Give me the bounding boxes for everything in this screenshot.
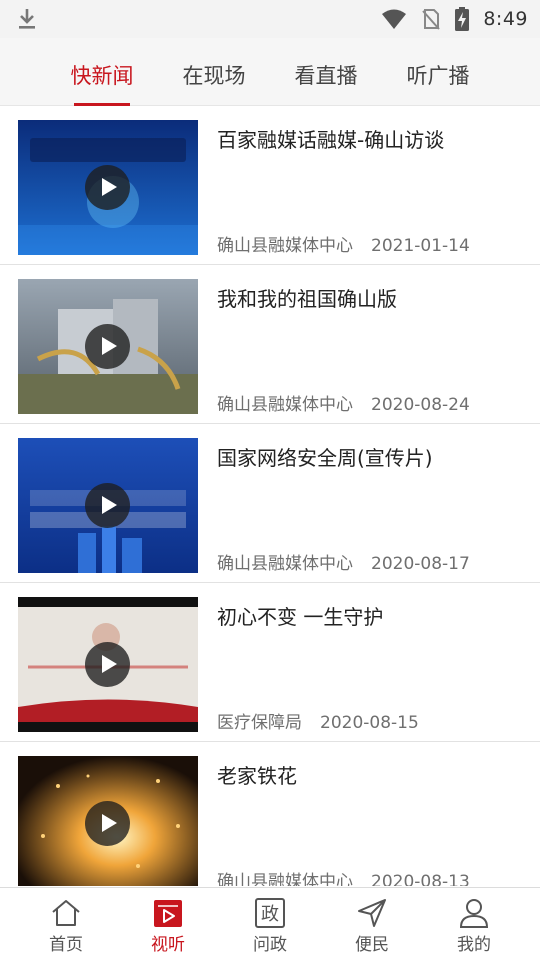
nav-label: 视听 bbox=[151, 935, 185, 955]
list-item[interactable]: 我和我的祖国确山版 确山县融媒体中心 2020-08-24 bbox=[0, 265, 540, 424]
video-thumbnail[interactable] bbox=[18, 438, 198, 573]
user-icon bbox=[459, 899, 489, 928]
video-date: 2020-08-17 bbox=[371, 554, 470, 574]
video-date: 2020-08-15 bbox=[320, 713, 419, 733]
video-title[interactable]: 老家铁花 bbox=[217, 760, 297, 789]
tab-on-site[interactable]: 在现场 bbox=[158, 38, 270, 106]
video-title[interactable]: 我和我的祖国确山版 bbox=[217, 283, 397, 312]
home-icon bbox=[52, 900, 80, 926]
download-icon bbox=[19, 9, 35, 29]
nav-label: 问政 bbox=[253, 935, 287, 955]
video-thumbnail[interactable] bbox=[18, 279, 198, 414]
video-play-icon bbox=[154, 900, 182, 927]
status-bar: 8:49 bbox=[0, 0, 540, 38]
send-icon bbox=[358, 899, 386, 927]
nav-label: 我的 bbox=[457, 935, 491, 955]
clock: 8:49 bbox=[483, 8, 528, 30]
tab-kuai-news[interactable]: 快新闻 bbox=[46, 38, 158, 106]
video-title[interactable]: 国家网络安全周(宣传片) bbox=[217, 442, 433, 471]
nav-politics[interactable]: 政 问政 bbox=[219, 888, 321, 960]
video-meta: 确山县融媒体中心 2021-01-14 bbox=[217, 231, 470, 256]
battery-charging-icon bbox=[455, 7, 470, 31]
video-source: 确山县融媒体中心 bbox=[217, 236, 353, 256]
tab-live[interactable]: 看直播 bbox=[270, 38, 382, 106]
play-icon[interactable] bbox=[85, 642, 130, 687]
video-source: 确山县融媒体中心 bbox=[217, 395, 353, 415]
video-date: 2020-08-24 bbox=[371, 395, 470, 415]
play-icon[interactable] bbox=[85, 801, 130, 846]
video-thumbnail[interactable] bbox=[18, 756, 198, 886]
nav-profile[interactable]: 我的 bbox=[423, 888, 525, 960]
play-icon[interactable] bbox=[85, 165, 130, 210]
wifi-icon bbox=[382, 9, 407, 29]
category-tabs: 快新闻 在现场 看直播 听广播 bbox=[0, 38, 540, 106]
zheng-icon: 政 bbox=[255, 898, 285, 928]
video-meta: 确山县融媒体中心 2020-08-24 bbox=[217, 390, 470, 415]
nav-home[interactable]: 首页 bbox=[15, 888, 117, 960]
video-title[interactable]: 百家融媒话融媒-确山访谈 bbox=[217, 124, 444, 153]
video-meta: 确山县融媒体中心 2020-08-17 bbox=[217, 549, 470, 574]
video-date: 2020-08-13 bbox=[371, 872, 470, 886]
play-icon[interactable] bbox=[85, 324, 130, 369]
no-sim-icon bbox=[422, 9, 441, 30]
list-item[interactable]: 国家网络安全周(宣传片) 确山县融媒体中心 2020-08-17 bbox=[0, 424, 540, 583]
tab-radio[interactable]: 听广播 bbox=[382, 38, 494, 106]
video-thumbnail[interactable] bbox=[18, 120, 198, 255]
nav-services[interactable]: 便民 bbox=[321, 888, 423, 960]
video-source: 医疗保障局 bbox=[217, 713, 302, 733]
video-list: 百家融媒话融媒-确山访谈 确山县融媒体中心 2021-01-14 我和我的祖国确… bbox=[0, 106, 540, 886]
nav-label: 便民 bbox=[355, 935, 389, 955]
video-date: 2021-01-14 bbox=[371, 236, 470, 256]
nav-label: 首页 bbox=[49, 935, 83, 955]
bottom-nav: 首页 视听 政 问政 便民 我的 bbox=[0, 887, 540, 960]
video-source: 确山县融媒体中心 bbox=[217, 872, 353, 886]
video-meta: 确山县融媒体中心 2020-08-13 bbox=[217, 867, 470, 886]
video-title[interactable]: 初心不变 一生守护 bbox=[217, 601, 383, 630]
play-icon[interactable] bbox=[85, 483, 130, 528]
svg-text:政: 政 bbox=[261, 904, 279, 925]
nav-video[interactable]: 视听 bbox=[117, 888, 219, 960]
list-item[interactable]: 初心不变 一生守护 医疗保障局 2020-08-15 bbox=[0, 583, 540, 742]
list-item[interactable]: 老家铁花 确山县融媒体中心 2020-08-13 bbox=[0, 742, 540, 886]
video-source: 确山县融媒体中心 bbox=[217, 554, 353, 574]
video-thumbnail[interactable] bbox=[18, 597, 198, 732]
video-meta: 医疗保障局 2020-08-15 bbox=[217, 708, 419, 733]
list-item[interactable]: 百家融媒话融媒-确山访谈 确山县融媒体中心 2021-01-14 bbox=[0, 106, 540, 265]
